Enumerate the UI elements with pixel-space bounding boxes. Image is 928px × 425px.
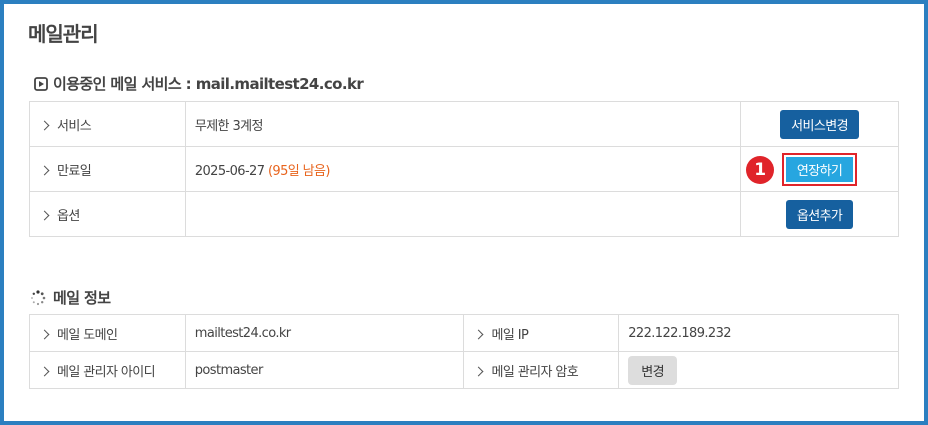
chevron-right-icon (39, 120, 50, 130)
service-table: 서비스 무제한 3계정 서비스변경 만료일 2025-06-27 (95일 남음… (29, 101, 899, 237)
table-row: 만료일 2025-06-27 (95일 남음) 1 연장하기 (29, 146, 899, 192)
table-row: 메일 관리자 아이디 postmaster 메일 관리자 암호 변경 (29, 351, 899, 389)
admin-password-label: 메일 관리자 암호 (491, 364, 579, 380)
option-value (184, 191, 742, 237)
expiry-label: 만료일 (57, 163, 92, 179)
mail-info-heading: 메일 정보 (30, 287, 111, 308)
page-title: 메일관리 (28, 22, 99, 46)
remaining-days: (95일 남음) (267, 163, 331, 179)
ip-label: 메일 IP (491, 327, 529, 343)
table-row: 메일 도메인 mailtest24.co.kr 메일 IP 222.122.18… (29, 314, 899, 352)
chevron-right-icon (474, 366, 484, 376)
add-option-button[interactable]: 옵션추가 (785, 199, 854, 229)
option-label: 옵션 (57, 208, 80, 224)
chevron-right-icon (474, 329, 484, 339)
content-frame: 메일관리 이용중인 메일 서비스 : mail.mailtest24.co.kr… (4, 4, 924, 421)
change-service-button[interactable]: 서비스변경 (780, 109, 859, 139)
service-section-heading: 이용중인 메일 서비스 : mail.mailtest24.co.kr (34, 73, 364, 94)
service-label-cell: 서비스 (29, 101, 186, 147)
service-section-title: 이용중인 메일 서비스 : mail.mailtest24.co.kr (53, 75, 364, 93)
extend-button[interactable]: 1 연장하기 (745, 152, 858, 186)
service-value: 무제한 3계정 (184, 101, 742, 147)
mail-info-title: 메일 정보 (53, 289, 111, 307)
expiry-date: 2025-06-27 (194, 163, 265, 179)
chevron-right-icon (39, 329, 50, 339)
loading-spinner-icon (31, 289, 46, 305)
expiry-label-cell: 만료일 (29, 146, 186, 192)
admin-id-value: postmaster (184, 351, 465, 389)
play-square-icon (34, 76, 48, 91)
domain-label: 메일 도메인 (57, 327, 118, 343)
domain-value: mailtest24.co.kr (184, 314, 465, 352)
ip-value: 222.122.189.232 (618, 314, 899, 352)
chevron-right-icon (39, 165, 50, 175)
chevron-right-icon (39, 366, 50, 376)
mail-info-table: 메일 도메인 mailtest24.co.kr 메일 IP 222.122.18… (29, 314, 899, 389)
table-row: 옵션 옵션추가 (29, 191, 899, 237)
service-label: 서비스 (57, 118, 92, 134)
step-badge: 1 (745, 155, 774, 184)
change-password-button[interactable]: 변경 (628, 355, 677, 385)
admin-id-label: 메일 관리자 아이디 (57, 364, 156, 380)
table-row: 서비스 무제한 3계정 서비스변경 (29, 101, 899, 147)
expiry-value-cell: 2025-06-27 (95일 남음) (184, 146, 742, 192)
option-label-cell: 옵션 (29, 191, 186, 237)
chevron-right-icon (39, 210, 50, 220)
extend-button-label: 연장하기 (785, 156, 854, 182)
